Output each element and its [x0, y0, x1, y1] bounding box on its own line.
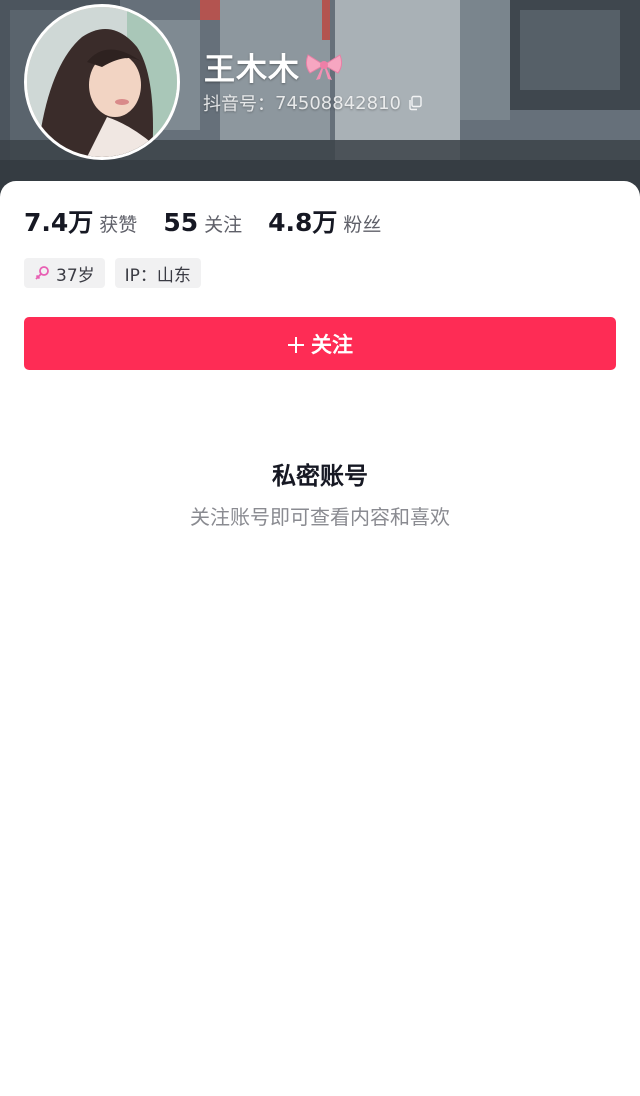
stat-likes[interactable]: 7.4万 获赞 — [24, 203, 137, 239]
follow-button[interactable]: 关注 — [24, 317, 616, 370]
ip-location-label: IP：山东 — [124, 265, 191, 286]
private-account-subtitle: 关注账号即可查看内容和喜欢 — [190, 505, 450, 529]
stat-following[interactable]: 55 关注 — [163, 208, 242, 237]
stat-label: 关注 — [204, 214, 243, 236]
profile-tags: 37岁 IP：山东 — [24, 258, 201, 288]
douyin-id-value: 74508842810 — [275, 92, 401, 114]
douyin-id-row[interactable]: 抖音号： 74508842810 — [203, 90, 423, 116]
female-icon — [34, 265, 50, 281]
stat-value: 4.8万 — [268, 208, 338, 237]
nickname: 王木木 — [204, 51, 300, 88]
private-account-title: 私密账号 — [272, 462, 368, 490]
ribbon-bow-icon — [304, 51, 344, 81]
plus-icon — [287, 335, 305, 353]
follow-button-label: 关注 — [311, 332, 353, 357]
stat-value: 7.4万 — [24, 208, 94, 237]
profile-header: 王木木 抖音号： 74508842810 — [0, 0, 640, 200]
age-tag: 37岁 — [24, 258, 105, 288]
age-label: 37岁 — [56, 265, 95, 286]
stat-label: 粉丝 — [343, 214, 382, 236]
stat-followers[interactable]: 4.8万 粉丝 — [268, 203, 381, 239]
copy-icon[interactable] — [407, 95, 423, 111]
stats-row: 7.4万 获赞 55 关注 4.8万 粉丝 — [24, 203, 407, 239]
avatar[interactable] — [24, 4, 180, 160]
avatar-photo — [27, 7, 177, 157]
douyin-id-label: 抖音号： — [203, 94, 275, 115]
nickname-row: 王木木 — [204, 44, 344, 88]
profile-sheet: 7.4万 获赞 55 关注 4.8万 粉丝 37岁 IP：山东 关注 私密账号 … — [0, 181, 640, 1096]
stat-value: 55 — [163, 208, 199, 237]
ip-location-tag: IP：山东 — [114, 258, 201, 288]
stat-label: 获赞 — [99, 214, 138, 236]
